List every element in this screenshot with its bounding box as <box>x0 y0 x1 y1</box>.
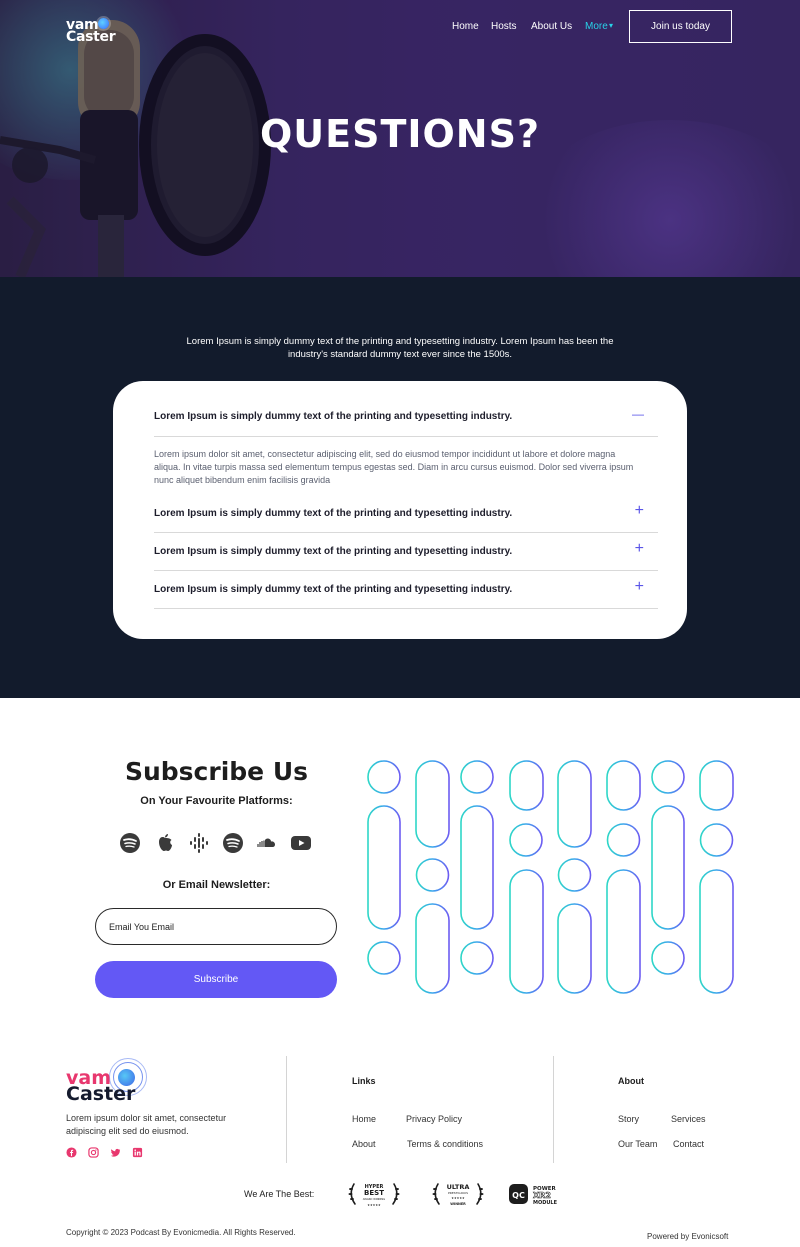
platforms-label: On Your Favourite Platforms: <box>140 795 293 807</box>
collapse-icon[interactable]: — <box>632 408 644 420</box>
nav-item-hosts[interactable]: Hosts <box>491 21 517 32</box>
spotify-icon[interactable] <box>222 832 244 854</box>
chevron-down-icon: ▾ <box>609 21 614 30</box>
facebook-icon[interactable] <box>66 1147 77 1158</box>
faq-question: Lorem Ipsum is simply dummy text of the … <box>154 508 513 519</box>
award-badge-ultra-prestigious: ULTRA PRESTIGIOUS ★★★★★ WINNER <box>432 1183 484 1206</box>
join-button[interactable]: Join us today <box>629 10 732 43</box>
footer-link-home[interactable]: Home <box>352 1114 376 1124</box>
faq-item[interactable]: Lorem Ipsum is simply dummy text of the … <box>154 571 658 609</box>
award-text: AWARD WINNING <box>363 1197 385 1201</box>
svg-text:★★★★★: ★★★★★ <box>451 1196 465 1200</box>
decorative-pill-pattern <box>367 760 734 994</box>
nav-item-home[interactable]: Home <box>452 21 479 32</box>
subscribe-button[interactable]: Subscribe <box>95 961 337 998</box>
faq-question: Lorem Ipsum is simply dummy text of the … <box>154 584 513 595</box>
newsletter-label: Or Email Newsletter: <box>162 879 271 891</box>
footer-link-story[interactable]: Story <box>618 1114 639 1124</box>
expand-icon[interactable]: + <box>635 503 644 519</box>
linkedin-icon[interactable] <box>132 1147 143 1158</box>
faq-intro-text: Lorem Ipsum is simply dummy text of the … <box>186 336 614 360</box>
award-text: MODULE <box>533 1200 558 1206</box>
faq-item[interactable]: Lorem Ipsum is simply dummy text of the … <box>154 495 658 533</box>
award-text: BEST <box>364 1189 384 1197</box>
faq-card: Lorem Ipsum is simply dummy text of the … <box>113 381 687 639</box>
award-text: QC <box>512 1191 525 1200</box>
youtube-icon[interactable] <box>290 832 312 854</box>
footer-link-privacy-policy[interactable]: Privacy Policy <box>406 1114 462 1124</box>
google-podcasts-icon[interactable] <box>188 832 210 854</box>
award-text: WINNER <box>450 1202 466 1206</box>
footer-link-services[interactable]: Services <box>671 1114 706 1124</box>
nav-item-more[interactable]: More <box>585 21 608 32</box>
subscribe-title: Subscribe Us <box>124 757 309 786</box>
twitter-icon[interactable] <box>110 1147 121 1158</box>
brand-logo[interactable]: vam Caster <box>66 14 126 44</box>
nav-item-about-us[interactable]: About Us <box>531 21 572 32</box>
soundcloud-icon[interactable] <box>256 832 278 854</box>
footer-link-our-team[interactable]: Our Team <box>618 1139 657 1149</box>
award-badge-power-module: QC POWER XR2 MODULE <box>509 1184 558 1206</box>
footer-link-about[interactable]: About <box>352 1139 376 1149</box>
footer-divider <box>553 1056 554 1163</box>
award-text: PRESTIGIOUS <box>448 1191 468 1195</box>
footer-description: Lorem ipsum dolor sit amet, consectetur … <box>66 1113 227 1136</box>
logo-text-bottom: Caster <box>66 29 116 45</box>
footer-link-contact[interactable]: Contact <box>673 1139 704 1149</box>
expand-icon[interactable]: + <box>635 541 644 557</box>
hero-section: vam Caster Home Hosts About Us More ▾ Jo… <box>0 0 800 277</box>
logo-dot-icon <box>98 18 109 29</box>
award-text: ULTRA <box>447 1183 470 1191</box>
email-field[interactable] <box>95 908 337 945</box>
instagram-icon[interactable] <box>88 1147 99 1158</box>
award-text: XR2 <box>533 1191 551 1200</box>
best-label: We Are The Best: <box>244 1189 315 1199</box>
faq-item[interactable]: Lorem Ipsum is simply dummy text of the … <box>154 398 658 437</box>
faq-section: Lorem Ipsum is simply dummy text of the … <box>0 277 800 698</box>
expand-icon[interactable]: + <box>635 579 644 595</box>
faq-item[interactable]: Lorem Ipsum is simply dummy text of the … <box>154 533 658 571</box>
footer-logo[interactable]: vam Caster <box>66 1057 156 1105</box>
apple-podcasts-icon[interactable] <box>154 832 176 854</box>
spotify-icon[interactable] <box>119 832 141 854</box>
copyright-text: Copyright © 2023 Podcast By Evonicmedia.… <box>66 1228 296 1237</box>
page-title: QUESTIONS? <box>259 112 541 156</box>
award-badge-hyper-best: HYPER BEST AWARD WINNING ★★★★★ <box>348 1183 400 1207</box>
faq-question: Lorem Ipsum is simply dummy text of the … <box>154 411 513 422</box>
faq-answer: Lorem ipsum dolor sit amet, consectetur … <box>154 449 634 485</box>
about-heading: About <box>618 1076 644 1086</box>
footer-divider <box>286 1056 287 1163</box>
links-heading: Links <box>352 1076 376 1086</box>
logo-text-bottom: Caster <box>66 1083 136 1105</box>
faq-question: Lorem Ipsum is simply dummy text of the … <box>154 546 513 557</box>
footer-link-terms[interactable]: Terms & conditions <box>407 1139 483 1149</box>
svg-text:★★★★★: ★★★★★ <box>367 1203 381 1207</box>
powered-by-text: Powered by Evonicsoft <box>647 1232 729 1241</box>
